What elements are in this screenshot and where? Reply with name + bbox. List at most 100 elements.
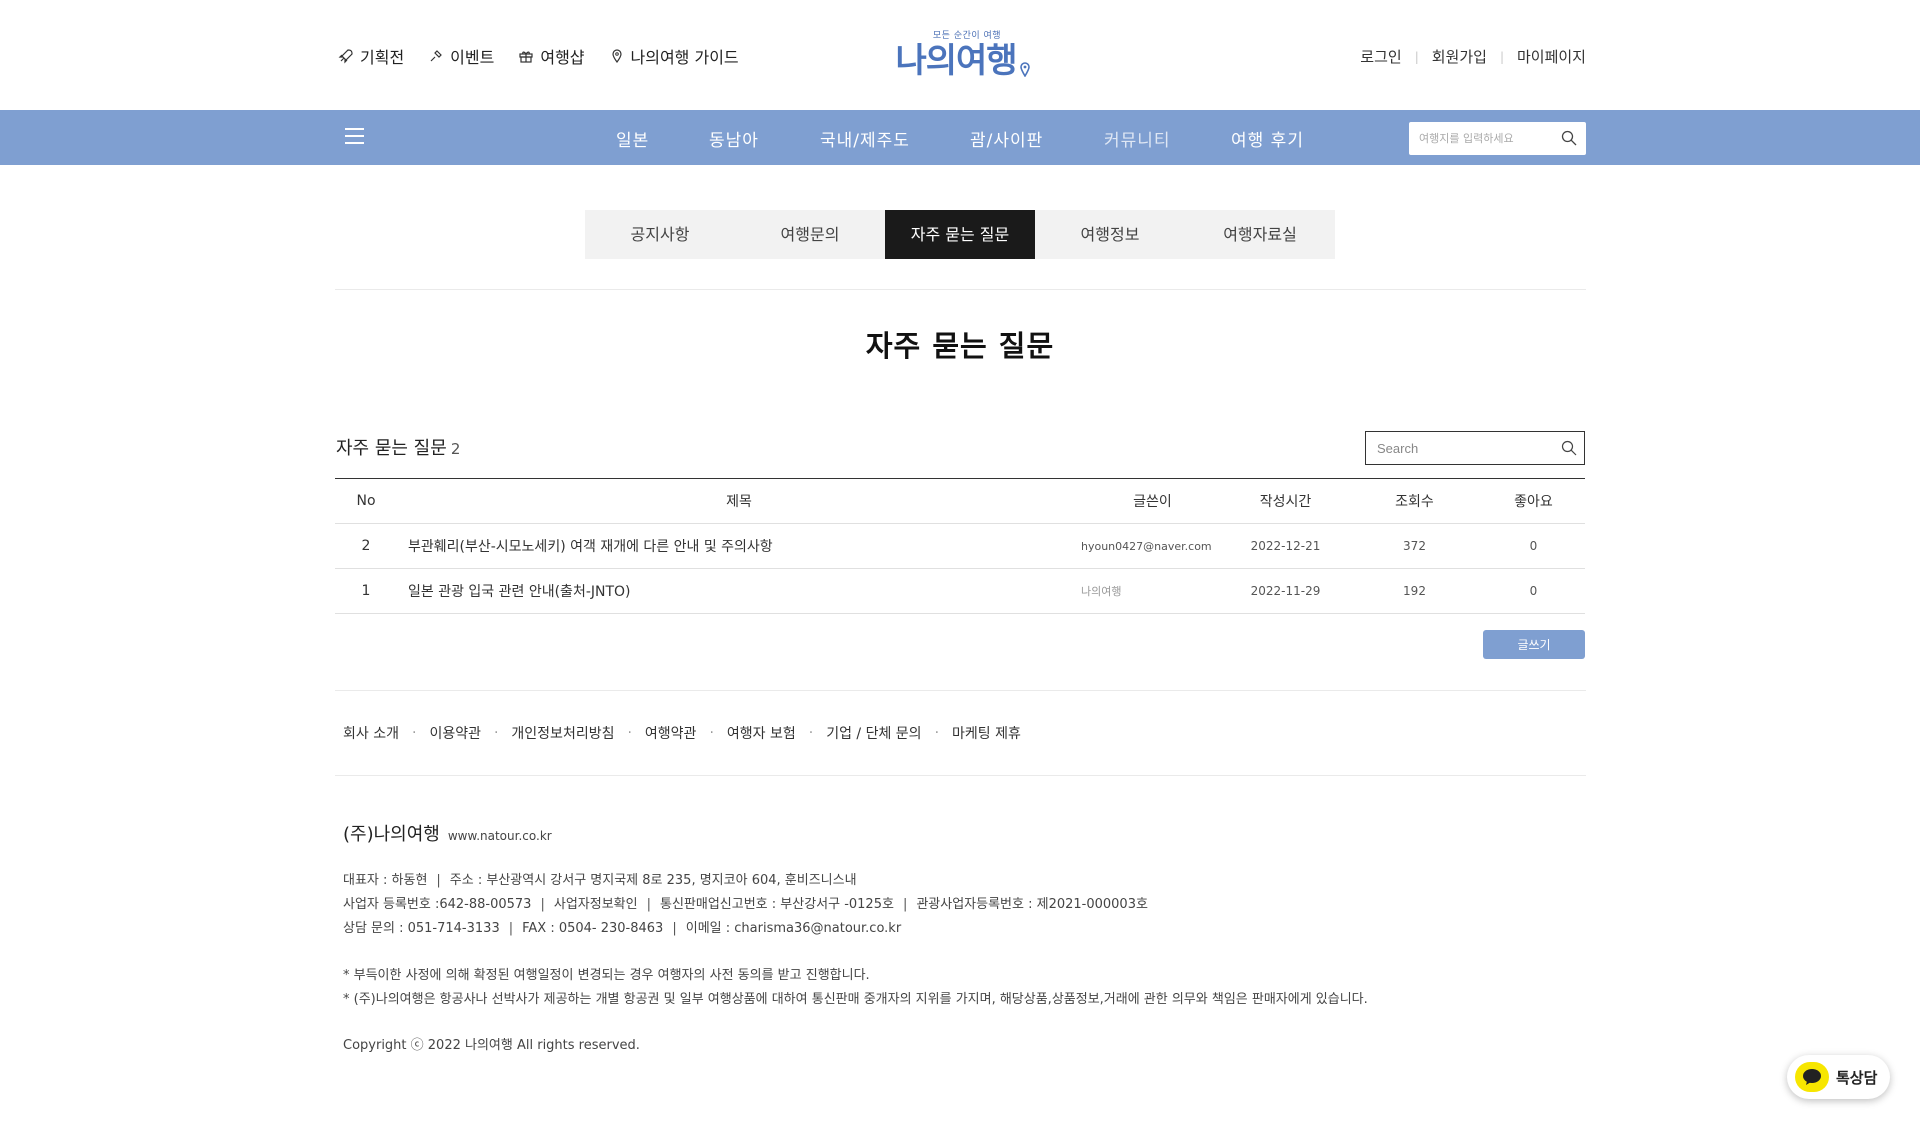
page-title: 자주 묻는 질문 — [865, 329, 1055, 363]
pin-icon — [430, 50, 443, 62]
join-link[interactable]: 회원가입 — [1432, 46, 1487, 67]
footer-link-terms[interactable]: 이용약관 — [429, 723, 481, 743]
divider — [335, 690, 1586, 691]
info-text: 주소 : 부산광역시 강서구 명지국제 8로 235, 명지코아 604, 훈비… — [449, 873, 857, 888]
util-item-label: 기획전 — [360, 48, 405, 67]
tab-travel-info[interactable]: 여행정보 — [1035, 210, 1185, 259]
nav-search-box — [1409, 122, 1586, 155]
cell-views: 372 — [1347, 523, 1482, 569]
util-item-label: 이벤트 — [450, 48, 495, 67]
site-logo[interactable]: 모든 순간이 여행 나의여행 — [883, 28, 1043, 88]
gnb-item-japan[interactable]: 일본 — [616, 126, 649, 151]
company-name: (주)나의여행 — [343, 824, 440, 845]
mypage-link[interactable]: 마이페이지 — [1517, 46, 1586, 67]
footer-links: 회사 소개 · 이용약관 · 개인정보처리방침 · 여행약관 · 여행자 보험 … — [343, 723, 1021, 743]
util-item-label: 여행샵 — [540, 48, 585, 67]
logo-name: 나의여행 — [895, 41, 1017, 81]
chat-bubble-icon — [1795, 1062, 1829, 1092]
gnb: 일본 동남아 국내/제주도 괌/사이판 커뮤니티 여행 후기 — [0, 110, 1920, 165]
footer-info-line: 사업자 등록번호 :642-88-00573 | 사업자정보확인 | 통신판매업신고번호… — [343, 897, 1148, 912]
cell-writer: 나의여행 — [1081, 568, 1224, 614]
post-title-link[interactable]: 부관훼리(부산-시모노세키) 여객 재개에 다른 안내 및 주의사항 — [397, 523, 1081, 569]
footer-link-travel-terms[interactable]: 여행약관 — [645, 723, 697, 743]
column-header: 조회수 — [1347, 478, 1482, 524]
info-text: 이메일 : charisma36@natour.co.kr — [685, 921, 902, 936]
gnb-item-community[interactable]: 커뮤니티 — [1104, 126, 1171, 151]
table-header-row: No 제목 글쓴이 작성시간 조회수 좋아요 — [335, 478, 1585, 524]
footer-link-insurance[interactable]: 여행자 보험 — [727, 723, 796, 743]
cell-date: 2022-11-29 — [1224, 568, 1347, 614]
gnb-item-domestic[interactable]: 국내/제주도 — [820, 126, 910, 151]
column-header: 작성시간 — [1224, 478, 1347, 524]
kakao-talk-button[interactable]: 톡상담 — [1787, 1055, 1890, 1099]
search-icon[interactable] — [1561, 130, 1577, 146]
footer-link-corporate[interactable]: 기업 / 단체 문의 — [826, 723, 921, 743]
footer-info-line: 대표자 : 하동현 | 주소 : 부산광역시 강서구 명지국제 8로 235, 명지… — [343, 873, 857, 888]
main-nav: 일본 동남아 국내/제주도 괌/사이판 커뮤니티 여행 후기 — [0, 110, 1920, 165]
info-text: FAX : 0504- 230-8463 — [522, 921, 664, 936]
table-row[interactable]: 1 일본 관광 입국 관련 안내(출처-JNTO) 나의여행 2022-11-2… — [335, 568, 1585, 614]
info-text: 사업자 등록번호 :642-88-00573 — [343, 897, 532, 912]
board-tabs: 공지사항 여행문의 자주 묻는 질문 여행정보 여행자료실 — [585, 210, 1335, 259]
cell-likes: 0 — [1482, 523, 1585, 569]
info-text: 관광사업자등록번호 : 제2021-000003호 — [916, 897, 1148, 912]
cell-views: 192 — [1347, 568, 1482, 614]
column-header: 좋아요 — [1482, 478, 1585, 524]
post-title-link[interactable]: 일본 관광 입국 관련 안내(출처-JNTO) — [397, 568, 1081, 614]
table-row[interactable]: 2 부관훼리(부산-시모노세키) 여객 재개에 다른 안내 및 주의사항 hyo… — [335, 523, 1585, 569]
utility-nav: 기획전 이벤트 여행샵 나의여행 가이드 — [338, 44, 739, 68]
tab-resources[interactable]: 여행자료실 — [1185, 210, 1335, 259]
cell-no: 1 — [335, 568, 397, 614]
search-icon[interactable] — [1561, 440, 1577, 456]
board-header: 자주 묻는 질문 2 — [336, 434, 460, 460]
divider: | — [1499, 49, 1504, 64]
company-url: www.natour.co.kr — [447, 829, 552, 843]
util-item-exhibition[interactable]: 기획전 — [338, 44, 404, 68]
footer-link-privacy[interactable]: 개인정보처리방침 — [511, 723, 614, 743]
cell-no: 2 — [335, 523, 397, 569]
rocket-icon — [338, 49, 353, 64]
company-info: (주)나의여행 www.natour.co.kr — [343, 820, 552, 846]
column-header: 글쓴이 — [1081, 478, 1224, 524]
column-header: 제목 — [397, 478, 1081, 524]
copyright: Copyright ⓒ 2022 나의여행 All rights reserve… — [343, 1038, 640, 1053]
footer-link-about[interactable]: 회사 소개 — [343, 723, 399, 743]
write-button[interactable]: 글쓰기 — [1483, 630, 1585, 659]
nav-search-input[interactable] — [1409, 122, 1549, 155]
footer-link-marketing[interactable]: 마케팅 제휴 — [952, 723, 1021, 743]
member-nav: 로그인 | 회원가입 | 마이페이지 — [1360, 46, 1586, 67]
board-table: No 제목 글쓴이 작성시간 조회수 좋아요 2 부관훼리(부산-시모노세키) … — [335, 478, 1585, 614]
gnb-item-reviews[interactable]: 여행 후기 — [1231, 126, 1304, 151]
board-count: 2 — [450, 440, 461, 458]
info-text: 상담 문의 : 051-714-3133 — [343, 921, 500, 936]
util-item-guide[interactable]: 나의여행 가이드 — [609, 44, 739, 68]
gift-icon — [519, 51, 533, 63]
footer-info-line: 상담 문의 : 051-714-3133 | FAX : 0504- 230-846… — [343, 921, 902, 936]
gnb-item-guam-saipan[interactable]: 괌/사이판 — [970, 126, 1043, 151]
divider — [335, 775, 1586, 776]
location-icon — [611, 49, 622, 64]
business-info-link[interactable]: 사업자정보확인 — [554, 897, 638, 912]
info-text: 대표자 : 하동현 — [343, 873, 428, 888]
gnb-item-southeast-asia[interactable]: 동남아 — [709, 126, 759, 151]
tab-faq[interactable]: 자주 묻는 질문 — [885, 210, 1035, 259]
util-item-label: 나의여행 가이드 — [630, 48, 739, 67]
board-search-input[interactable] — [1366, 432, 1546, 464]
tab-notice[interactable]: 공지사항 — [585, 210, 735, 259]
talk-label: 톡상담 — [1836, 1068, 1878, 1087]
util-item-shop[interactable]: 여행샵 — [518, 44, 585, 68]
board-search-box — [1365, 431, 1585, 465]
tab-inquiry[interactable]: 여행문의 — [735, 210, 885, 259]
info-text: 통신판매업신고번호 : 부산강서구 -0125호 — [659, 897, 894, 912]
divider: | — [1414, 49, 1419, 64]
logo-pin-icon — [1019, 62, 1030, 77]
board-name: 자주 묻는 질문 — [336, 438, 447, 459]
divider — [335, 289, 1586, 290]
footer-notice: * (주)나의여행은 항공사나 선박사가 제공하는 개별 항공권 및 일부 여행… — [343, 992, 1368, 1007]
util-item-event[interactable]: 이벤트 — [428, 44, 494, 68]
column-header: No — [335, 478, 397, 524]
footer-notice: * 부득이한 사정에 의해 확정된 여행일정이 변경되는 경우 여행자의 사전 … — [343, 968, 870, 983]
login-link[interactable]: 로그인 — [1360, 46, 1401, 67]
cell-likes: 0 — [1482, 568, 1585, 614]
cell-writer: hyoun0427@naver.com — [1081, 523, 1224, 569]
